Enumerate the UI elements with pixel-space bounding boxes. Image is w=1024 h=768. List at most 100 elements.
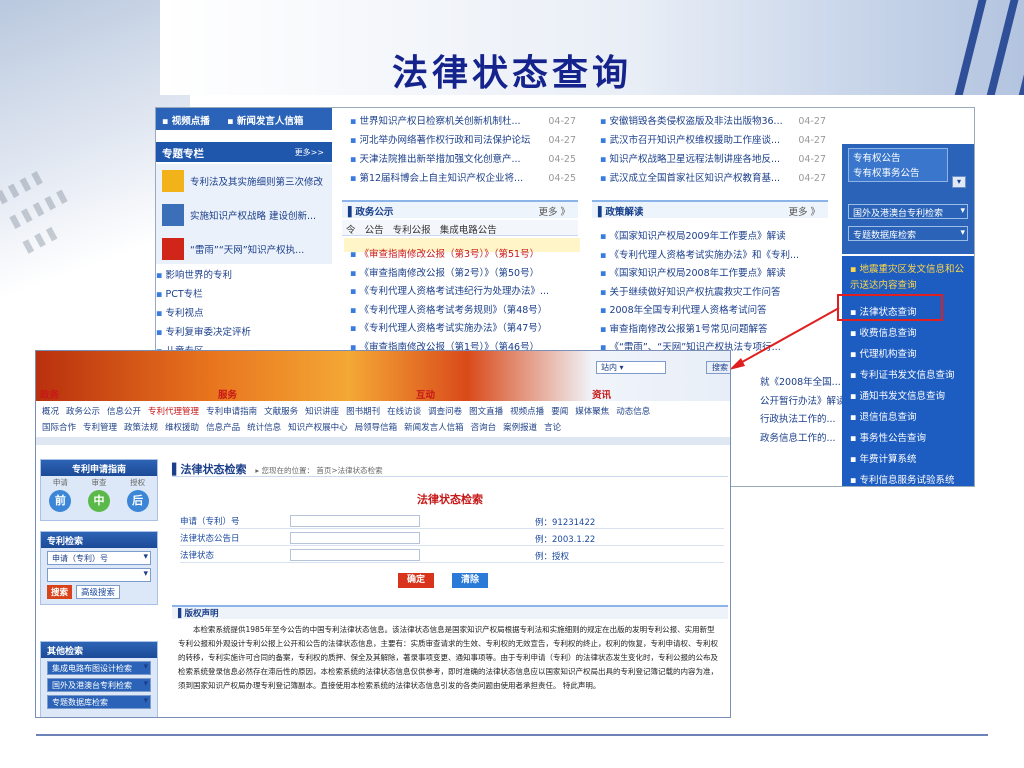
nav-link[interactable]: 维权援助 [165, 423, 199, 433]
nav-link[interactable]: 知识产权展中心 [288, 423, 348, 433]
news-item[interactable]: 知识产权战略卫星远程法制讲座各地反...04-27 [600, 150, 826, 169]
quake-notice-link[interactable]: ▪ 地震重灾区发文信息和公示送达内容查询 [850, 262, 972, 294]
nav-link[interactable]: 调查问卷 [428, 407, 462, 417]
nav-link[interactable]: 专利代理管理 [148, 407, 199, 417]
guide-during-button[interactable]: 中 [87, 490, 110, 512]
nav-link[interactable]: 视频点播 [510, 407, 544, 417]
news-item[interactable]: 河北举办网络著作权行政和司法保护论坛04-27 [350, 131, 576, 150]
foreign-search-select[interactable]: 国外及港澳台专利检索 ▾ [848, 204, 968, 219]
nav-link[interactable]: 专利管理 [83, 423, 117, 433]
zwgs-item[interactable]: 《专利代理人资格考试实施办法》（第47号） [350, 320, 580, 339]
service-link[interactable]: ▪ 专利证书发文信息查询 [842, 365, 974, 386]
app-number-input[interactable] [290, 515, 420, 527]
service-link[interactable]: ▪ 退信信息查询 [842, 407, 974, 428]
service-link[interactable]: ▪ 收费信息查询 [842, 323, 974, 344]
zwgs-tab[interactable]: 专利公报 [393, 225, 431, 236]
nav-link[interactable]: 知识讲座 [305, 407, 339, 417]
mailbox-tab[interactable]: ▪ 新闻发言人信箱 [227, 116, 303, 127]
service-link[interactable]: ▪ 年费计算系统 [842, 449, 974, 470]
advanced-search-button[interactable]: 高级搜索 [76, 585, 121, 599]
zhuanti-item-1[interactable]: 专利法及其实施细则第三次修改 [190, 174, 323, 188]
nav-link[interactable]: 动态信息 [616, 407, 650, 417]
zwgs-item[interactable]: 《专利代理人资格考试违纪行为处理办法》... [350, 283, 580, 302]
news-item[interactable]: 武汉成立全国首家社区知识产权教育基...04-27 [600, 169, 826, 188]
announcement-option[interactable]: 专有权公告 [853, 151, 943, 166]
nav-link[interactable]: 媒体聚焦 [575, 407, 609, 417]
nav-link[interactable]: 政策法规 [124, 423, 158, 433]
nav-link[interactable]: 专利申请指南 [206, 407, 257, 417]
announce-date-input[interactable] [290, 532, 420, 544]
service-link[interactable]: ▪ 代理机构查询 [842, 344, 974, 365]
service-link[interactable]: ▪ 事务性公告查询 [842, 428, 974, 449]
guide-before-button[interactable]: 前 [49, 490, 72, 512]
left-link[interactable]: 影响世界的专利 [156, 266, 332, 285]
zcjd-item[interactable]: 《专利代理人资格考试实施办法》和《专利... [600, 247, 830, 266]
site-search-button[interactable]: 搜索 [706, 361, 730, 374]
foreign-patent-search-select[interactable]: 国外及港澳台专利检索 [47, 678, 151, 692]
nav-link[interactable]: 统计信息 [247, 423, 281, 433]
nav-link[interactable]: 概况 [42, 407, 59, 417]
nav-link[interactable]: 咨询台 [471, 423, 497, 433]
confirm-button[interactable]: 确定 [398, 573, 434, 588]
patent-search-button[interactable]: 搜索 [47, 585, 73, 599]
zhuanti-more-link[interactable]: 更多>> [295, 147, 324, 158]
nav-link[interactable]: 新闻发言人信箱 [404, 423, 464, 433]
service-link[interactable]: ▪ 专利信息服务试验系统 [842, 470, 974, 486]
zwgs-tab[interactable]: 集成电路公告 [440, 225, 497, 236]
service-link[interactable]: ▪ 通知书发文信息查询 [842, 386, 974, 407]
site-search-scope[interactable]: 站内 ▾ [596, 361, 666, 374]
section-zhengwu[interactable]: 政务 [40, 387, 59, 401]
guide-after-button[interactable]: 后 [126, 490, 149, 512]
ic-layout-search-select[interactable]: 集成电路布图设计检索 [47, 661, 151, 675]
zhuanti-item-3[interactable]: “雷雨”“天网”知识产权执... [190, 242, 304, 256]
patent-search-input[interactable] [47, 568, 151, 582]
nav-link[interactable]: 国际合作 [42, 423, 76, 433]
nav-link[interactable]: 图书期刊 [346, 407, 380, 417]
clear-button[interactable]: 清除 [452, 573, 488, 588]
nav-link[interactable]: 图文直播 [469, 407, 503, 417]
section-hudong[interactable]: 互动 [416, 387, 435, 401]
guide-step: 审查 [91, 478, 107, 487]
nav-link[interactable]: 要闻 [551, 407, 568, 417]
zwgs-header: ▌政务公示 更多 》 [342, 200, 578, 218]
news-item[interactable]: 武汉市召开知识产权维权援助工作座谈...04-27 [600, 131, 826, 150]
zwgs-item[interactable]: 《专利代理人资格考试考务规则》（第48号） [350, 302, 580, 321]
news-item[interactable]: 天津法院推出新举措加强文化创意产...04-25 [350, 150, 576, 169]
announcement-option[interactable]: 专有权事务公告 [853, 166, 943, 181]
zcjd-item[interactable]: 关于继续做好知识产权抗震救灾工作问答 [600, 284, 830, 303]
zwgs-more-link[interactable]: 更多 》 [538, 204, 570, 218]
zcjd-item[interactable]: 《国家知识产权局2009年工作要点》解读 [600, 228, 830, 247]
nav-link[interactable]: 在线访谈 [387, 407, 421, 417]
chevron-down-icon[interactable]: ▾ [952, 176, 966, 188]
zwgs-item[interactable]: 《审查指南修改公报（第2号）》（第50号） [350, 265, 580, 284]
nav-link[interactable]: 局领导信箱 [355, 423, 398, 433]
patent-search-type-select[interactable]: 申请（专利）号 [47, 551, 151, 565]
news-item[interactable]: 安徽销毁各类侵权盗版及非法出版物36...04-27 [600, 112, 826, 131]
zcjd-item[interactable]: 《国家知识产权局2008年工作要点》解读 [600, 265, 830, 284]
left-link[interactable]: 专利复审委决定评析 [156, 323, 332, 342]
video-tab[interactable]: ▪ 视频点播 [162, 116, 210, 127]
nav-link[interactable]: 信息产品 [206, 423, 240, 433]
nav-link[interactable]: 案例报道 [503, 423, 537, 433]
zcjd-more-link[interactable]: 更多 》 [788, 204, 820, 218]
topic-db-select[interactable]: 专题数据库检索 ▾ [848, 226, 968, 241]
topic-db-search-select[interactable]: 专题数据库检索 [47, 695, 151, 709]
section-fuwu[interactable]: 服务 [218, 387, 237, 401]
news-item[interactable]: 世界知识产权日检察机关创新机制杜...04-27 [350, 112, 576, 131]
section-zixun[interactable]: 资讯 [592, 387, 611, 401]
legal-status-input[interactable] [290, 549, 420, 561]
left-link[interactable]: 专利视点 [156, 304, 332, 323]
nav-link[interactable]: 信息公开 [107, 407, 141, 417]
zwgs-item[interactable]: 《审查指南修改公报（第3号）》（第51号） [350, 246, 580, 265]
news-item[interactable]: 第12届科博会上自主知识产权企业将...04-25 [350, 169, 576, 188]
left-link[interactable]: PCT专栏 [156, 285, 332, 304]
nav-link[interactable]: 文献服务 [264, 407, 298, 417]
field-example: 例：91231422 [535, 518, 596, 528]
zwgs-tab[interactable]: 令 [346, 225, 356, 236]
service-links: ▪ 法律状态查询 ▪ 收费信息查询 ▪ 代理机构查询 ▪ 专利证书发文信息查询 … [842, 302, 974, 486]
zwgs-tab[interactable]: 公告 [365, 225, 384, 236]
zhuanti-item-2[interactable]: 实施知识产权战略 建设创新... [190, 208, 316, 222]
zhuanti-thumb-2 [162, 204, 184, 226]
nav-link[interactable]: 政务公示 [66, 407, 100, 417]
nav-link[interactable]: 言论 [544, 423, 561, 433]
